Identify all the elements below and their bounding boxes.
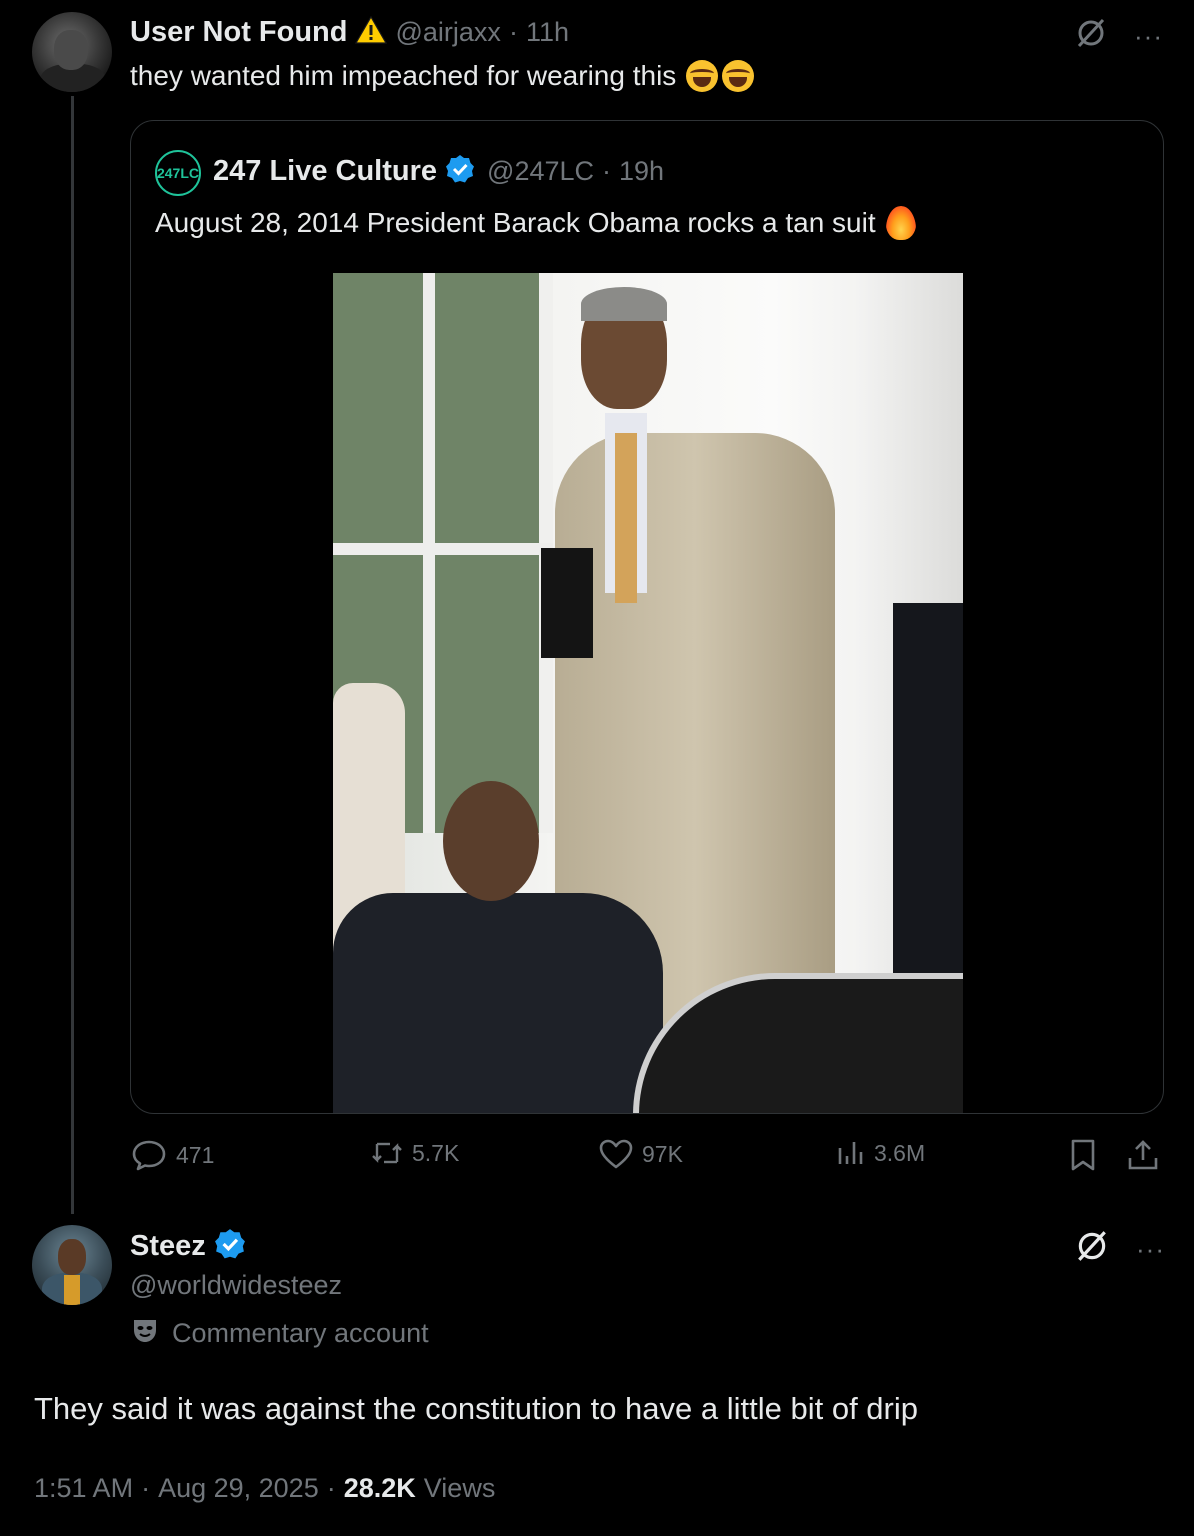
repost-icon	[370, 1138, 404, 1168]
quoted-post-card[interactable]: 247LC 247 Live Culture @247LC · 19h Augu…	[130, 120, 1164, 1114]
more-options-icon[interactable]: ···	[1134, 23, 1163, 49]
fire-emoji-icon	[885, 206, 916, 240]
original-post-header: User Not Found @airjaxx · 11h	[130, 14, 569, 50]
more-options-icon[interactable]: ···	[1136, 1236, 1165, 1262]
reply-post-text: They said it was against the constitutio…	[34, 1391, 918, 1426]
reply-post-header: Steez	[130, 1227, 246, 1265]
post-views-label: Views	[423, 1472, 496, 1503]
original-post-text: they wanted him impeached for wearing th…	[130, 60, 677, 91]
reply-icon	[130, 1138, 168, 1172]
quoted-display-name[interactable]: 247 Live Culture	[213, 155, 437, 188]
verified-badge-icon	[445, 154, 475, 189]
avatar-steez[interactable]	[32, 1225, 112, 1305]
avatar-face	[58, 1239, 86, 1275]
reply-display-name[interactable]: Steez	[130, 1230, 206, 1263]
like-button[interactable]: 97K	[598, 1138, 683, 1170]
commentary-account-label: Commentary account	[172, 1317, 429, 1348]
meta-separator: ·	[141, 1472, 151, 1503]
quoted-post-text-row: August 28, 2014 President Barack Obama r…	[155, 203, 916, 243]
original-display-name[interactable]: User Not Found	[130, 16, 348, 49]
original-post-text-row: they wanted him impeached for wearing th…	[130, 58, 755, 94]
reply-handle[interactable]: @worldwidesteez	[130, 1270, 342, 1301]
247lc-logo[interactable]: 247LC	[155, 150, 201, 196]
like-count: 97K	[642, 1140, 683, 1167]
original-header-actions: ···	[1074, 16, 1163, 55]
photo-tie	[615, 433, 637, 603]
reply-text-row: They said it was against the constitutio…	[34, 1388, 918, 1430]
photo-binder	[541, 548, 593, 658]
original-time[interactable]: 11h	[526, 17, 569, 48]
quoted-separator: ·	[602, 155, 612, 186]
repost-button[interactable]: 5.7K	[370, 1138, 459, 1168]
post-time[interactable]: 1:51 AM	[34, 1473, 133, 1504]
bookmark-button[interactable]	[1068, 1138, 1098, 1172]
account-label-row: Commentary account	[130, 1315, 429, 1351]
heart-icon	[598, 1138, 634, 1170]
reply-button[interactable]: 471	[130, 1138, 214, 1172]
tears-of-joy-emoji-icon	[686, 60, 719, 92]
avatar-shirt	[64, 1275, 80, 1305]
avatar-user-not-found[interactable]	[32, 12, 112, 92]
post-views-count: 28.2K	[343, 1472, 416, 1503]
quoted-post-text: August 28, 2014 President Barack Obama r…	[155, 207, 876, 238]
post-date[interactable]: Aug 29, 2025	[158, 1473, 319, 1504]
views-button[interactable]: 3.6M	[834, 1138, 925, 1168]
grok-icon[interactable]	[1074, 1228, 1110, 1269]
views-count: 3.6M	[874, 1139, 926, 1166]
header-separator: ·	[508, 16, 518, 47]
verified-badge-icon	[214, 1228, 246, 1265]
bookmark-icon	[1068, 1138, 1098, 1172]
original-handle[interactable]: @airjaxx	[396, 17, 501, 48]
reply-post-meta: 1:51 AM · Aug 29, 2025 · 28.2K Views	[34, 1470, 495, 1506]
quoted-post-header: 247 Live Culture @247LC · 19h	[213, 153, 664, 189]
post-action-bar: 471 5.7K 97K 3.6M	[130, 1138, 1164, 1182]
quoted-handle[interactable]: @247LC	[487, 156, 594, 187]
reply-header-actions: ···	[1074, 1228, 1165, 1269]
analytics-icon	[834, 1138, 866, 1168]
meta-separator: ·	[326, 1472, 336, 1503]
quoted-time[interactable]: 19h	[619, 156, 664, 187]
avatar-face	[54, 30, 88, 70]
warning-icon	[354, 15, 388, 50]
photo-hair	[581, 287, 667, 321]
share-icon	[1126, 1138, 1160, 1172]
theater-masks-icon	[130, 1316, 160, 1351]
photo-window-frame	[333, 543, 553, 555]
reply-handle-row: @worldwidesteez	[130, 1267, 342, 1303]
photo-foreground-head	[443, 781, 539, 901]
share-button[interactable]	[1126, 1138, 1160, 1172]
photo-foreground-jacket	[333, 893, 663, 1113]
quoted-post-photo[interactable]	[333, 273, 963, 1113]
repost-count: 5.7K	[412, 1139, 460, 1166]
grok-icon[interactable]	[1074, 16, 1108, 55]
tears-of-joy-emoji-icon	[722, 60, 755, 92]
reply-count: 471	[176, 1141, 215, 1168]
thread-connector-line	[71, 96, 74, 1214]
